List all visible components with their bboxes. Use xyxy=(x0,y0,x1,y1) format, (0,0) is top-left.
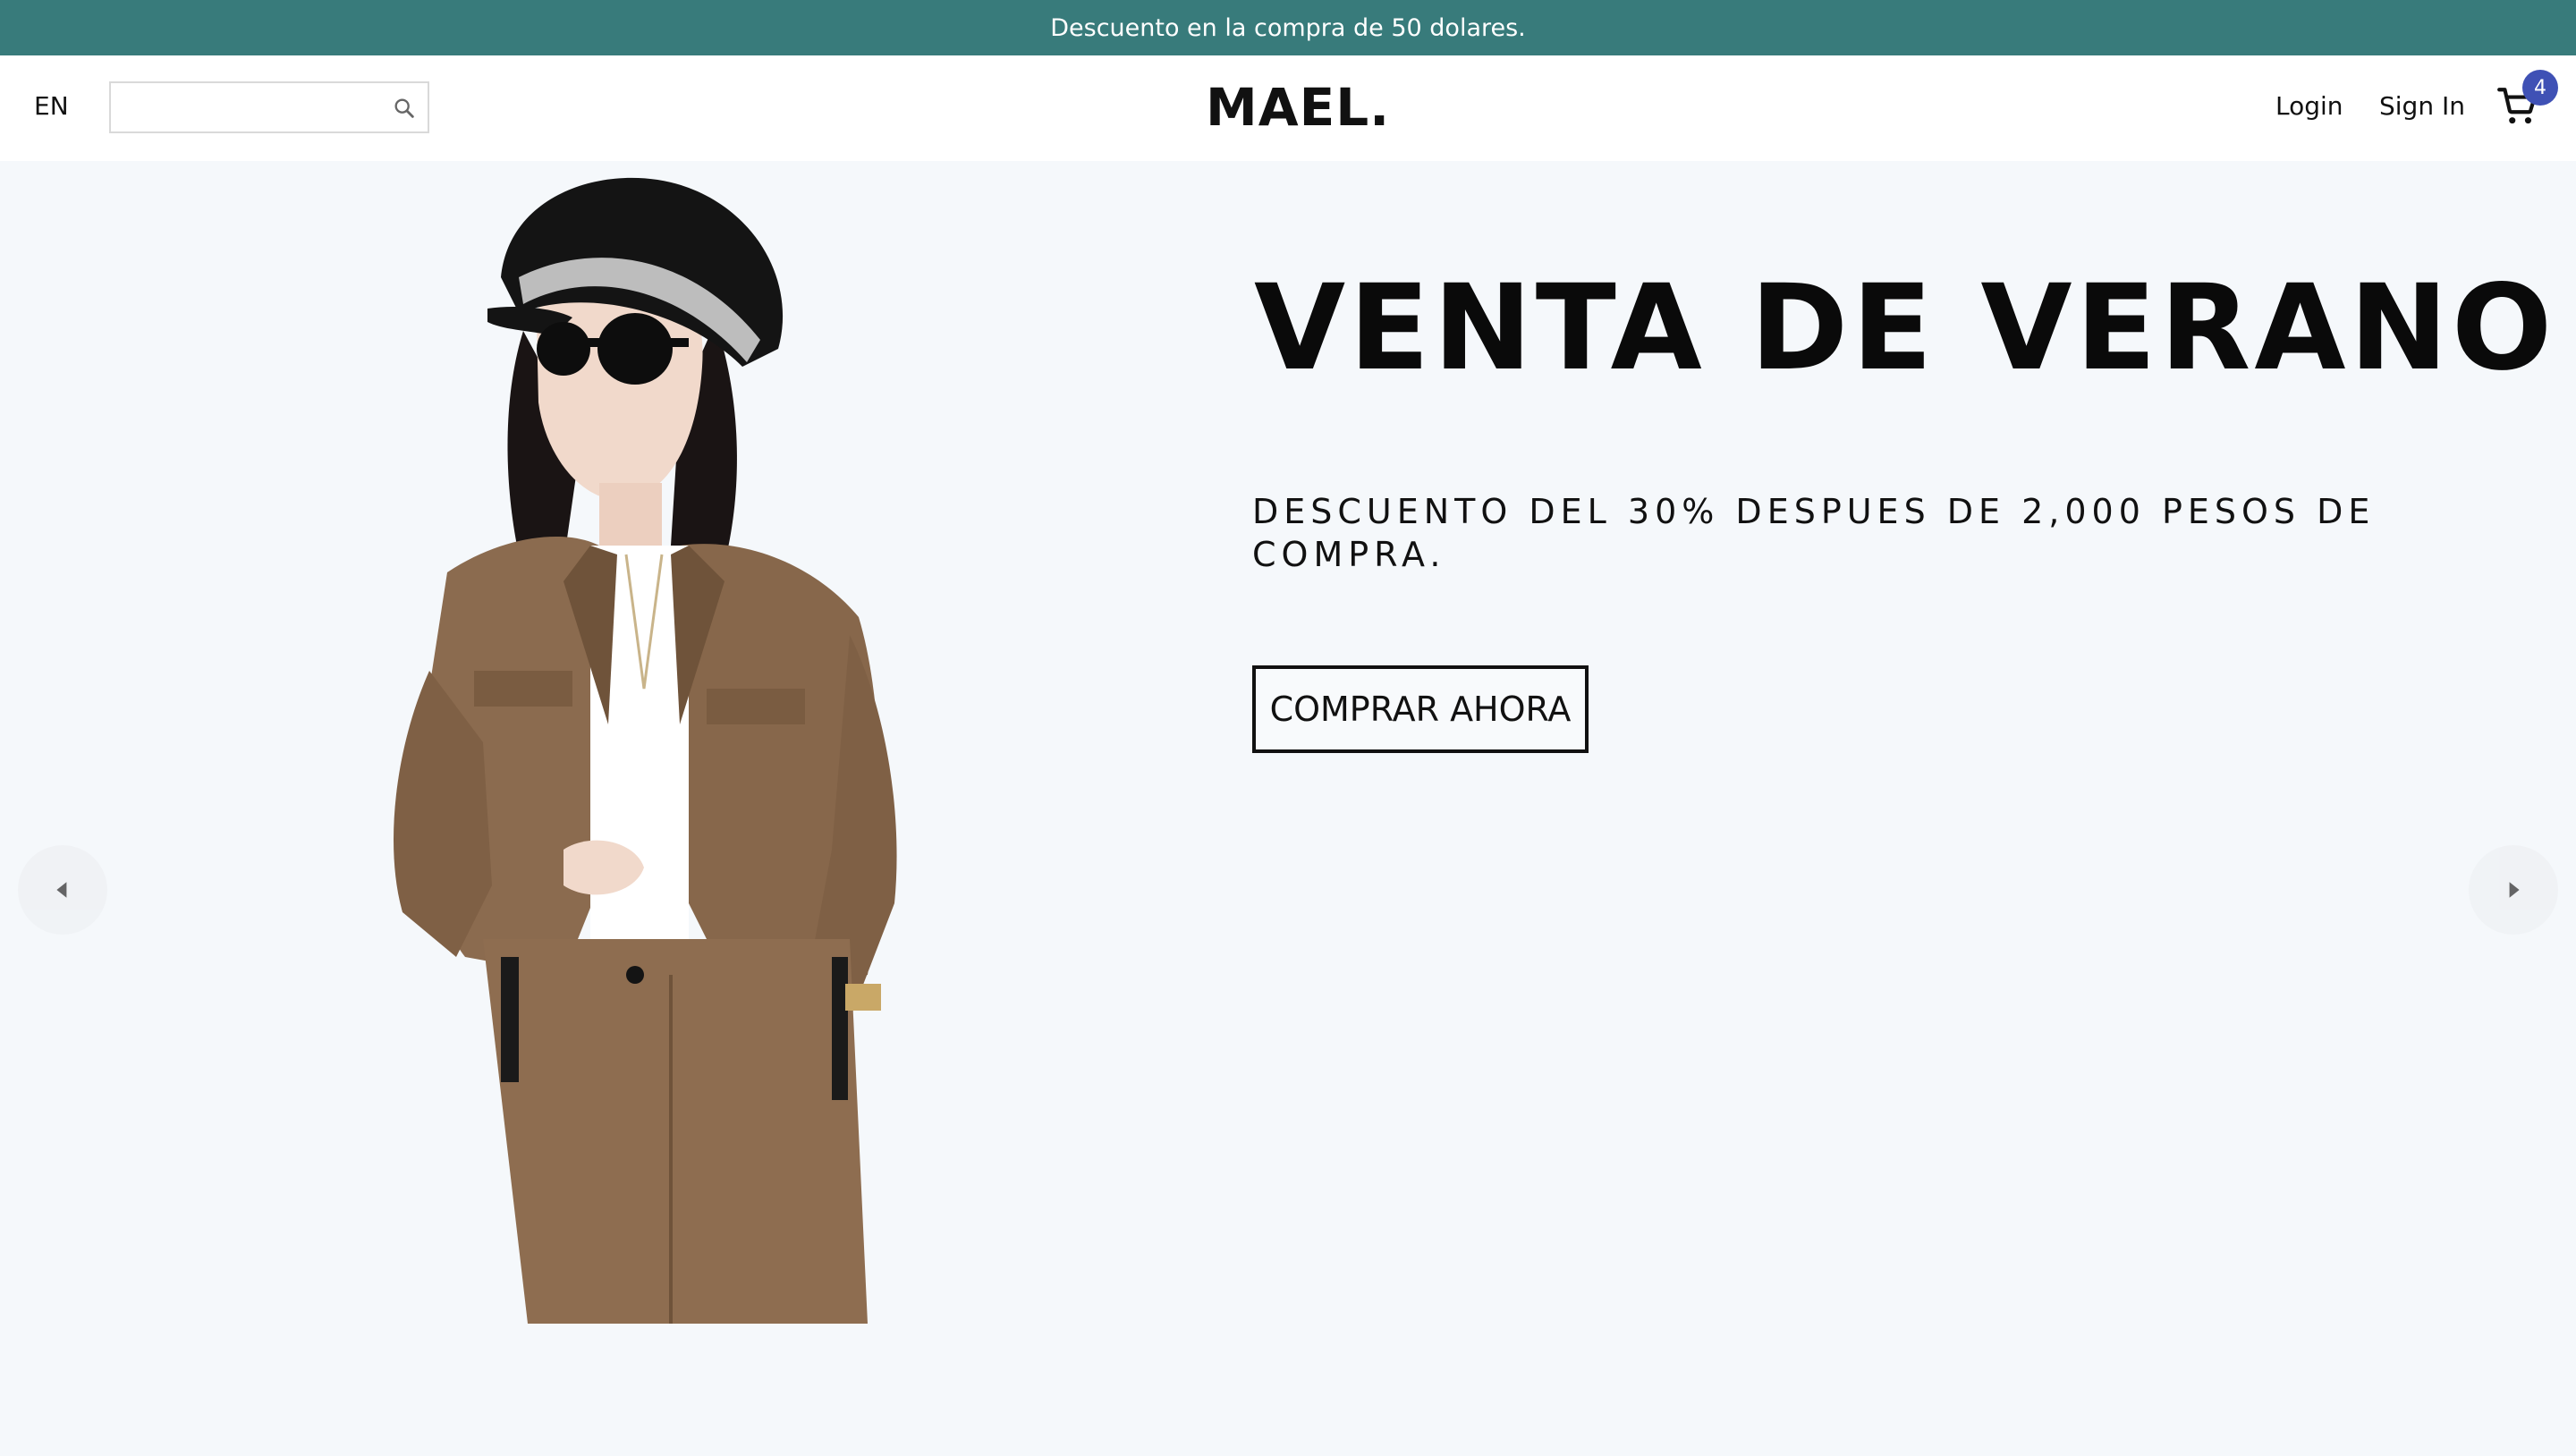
cart-count-badge: 4 xyxy=(2522,70,2558,106)
search-container xyxy=(109,81,429,133)
sign-in-link[interactable]: Sign In xyxy=(2379,91,2465,121)
hero-model-image xyxy=(394,177,897,1324)
announcement-text: Descuento en la compra de 50 dolares. xyxy=(1050,13,1526,42)
arrow-left-icon xyxy=(56,882,67,898)
slider-prev-button[interactable] xyxy=(18,845,107,935)
shop-now-button[interactable]: COMPRAR AHORA xyxy=(1252,665,1589,753)
arrow-right-icon xyxy=(2509,882,2520,898)
search-input[interactable] xyxy=(118,90,377,124)
announcement-bar: Descuento en la compra de 50 dolares. xyxy=(0,0,2576,55)
login-link[interactable]: Login xyxy=(2275,91,2343,121)
navbar: EN MAEL. Login Sign In 4 xyxy=(0,55,2576,161)
language-selector[interactable]: EN xyxy=(34,91,69,121)
brand-logo[interactable]: MAEL. xyxy=(1206,77,1390,138)
search-icon[interactable] xyxy=(392,96,417,121)
hero-title: VENTA DE VERANO xyxy=(1254,259,2556,397)
hero-description: DESCUENTO DEL 30% DESPUES DE 2,000 PESOS… xyxy=(1252,492,2376,574)
slider-next-button[interactable] xyxy=(2469,845,2558,935)
